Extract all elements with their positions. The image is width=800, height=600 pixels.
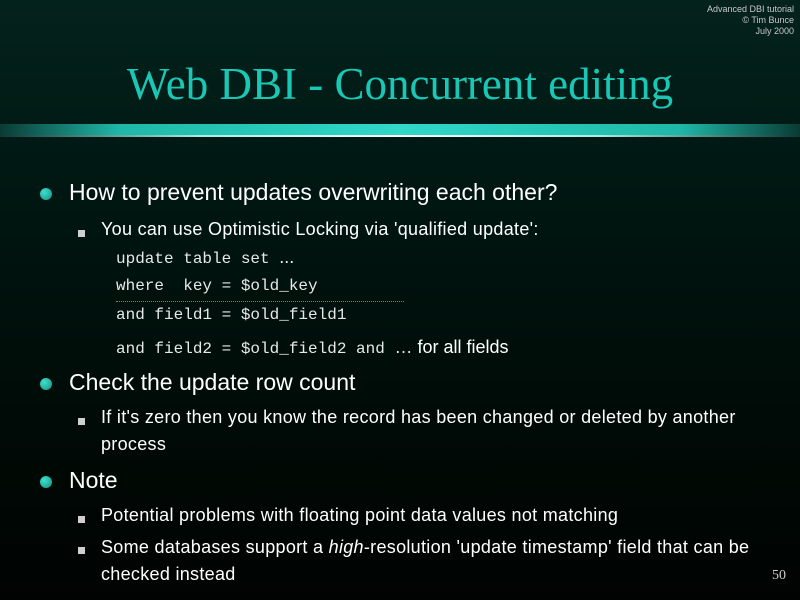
code-line-2: where key = $old_key — [116, 277, 318, 295]
code-line-4-ellipsis: … — [394, 337, 413, 357]
bullet-2-text: Check the update row count — [69, 369, 356, 395]
sub-bullet-square-icon — [78, 418, 85, 425]
sub-bullet-square-icon — [78, 230, 85, 237]
code-line-1: update table set ... — [116, 247, 294, 268]
bullet-dot-icon — [40, 476, 52, 488]
corner-note: Advanced DBI tutorial © Tim Bunce July 2… — [707, 4, 794, 37]
code-dotted-underline — [116, 301, 404, 302]
slide-title: Web DBI - Concurrent editing — [126, 59, 674, 109]
code-line-4: and field2 = $old_field2 and … for all f… — [116, 337, 509, 358]
bullet-2-sub-1: If it's zero then you know the record ha… — [101, 407, 736, 454]
code-line-4-code: and field2 = $old_field2 and — [116, 340, 395, 358]
code-line-3-code: and field1 = $old_field1 — [116, 306, 347, 324]
slide: Advanced DBI tutorial © Tim Bunce July 2… — [0, 0, 800, 600]
sub-bullet-square-icon — [78, 547, 85, 554]
code-line-1-dots: ... — [279, 247, 295, 267]
corner-note-line-2: © Tim Bunce — [742, 15, 794, 25]
bullet-3-sub-2-emphasis: high — [328, 537, 364, 557]
bullet-3-sub-2: Some databases support a high-resolution… — [101, 534, 761, 588]
bullet-dot-icon — [40, 188, 52, 200]
title-divider-highlight — [0, 135, 800, 137]
code-line-3: and field1 = $old_field1 — [116, 306, 346, 324]
code-line-4-prose: for all fields — [412, 337, 509, 357]
sub-bullet-square-icon — [78, 516, 85, 523]
bullet-3-text: Note — [69, 467, 118, 493]
bullet-1-text: How to prevent updates overwriting each … — [69, 179, 558, 205]
bullet-3-sub-2-before: Some databases support a — [101, 537, 329, 557]
page-number: 50 — [772, 568, 786, 583]
code-line-2-code: where key = $old_key — [116, 277, 318, 295]
code-line-1-code: update table set — [116, 250, 280, 268]
bullet-3-sub-1: Potential problems with floating point d… — [101, 505, 619, 525]
bullet-dot-icon — [40, 378, 52, 390]
bullet-1-sub-1: You can use Optimistic Locking via 'qual… — [101, 219, 539, 239]
corner-note-line-1: Advanced DBI tutorial — [706, 4, 794, 14]
corner-note-line-3: July 2000 — [755, 26, 794, 36]
